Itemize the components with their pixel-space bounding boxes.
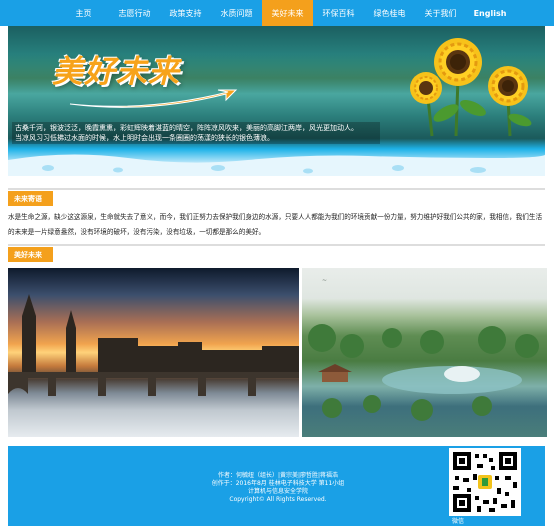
swoosh-decoration: [69, 89, 238, 108]
nav-item-english[interactable]: English: [466, 0, 514, 26]
nav-item-volunteer[interactable]: 志愿行动: [109, 0, 160, 26]
section-label-future: 美好未来: [8, 247, 53, 262]
nav-item-future[interactable]: 美好未来: [262, 0, 313, 26]
banner-caption: 古桑千河，银波泛泛，晚霞熏熏，彩虹辉映着湛蓝的晴空，阵阵凉风吹来，美丽的高脚江两…: [12, 122, 380, 144]
park-lake-photo: ~: [302, 268, 547, 437]
nav-item-green-guet[interactable]: 绿色桂电: [364, 0, 415, 26]
city-bridge-photo: [8, 268, 299, 437]
nav-item-home[interactable]: 主页: [58, 0, 109, 26]
sunflower-icon: [410, 38, 532, 137]
qr-code-icon: [449, 448, 521, 516]
hero-banner: 美好未来 古桑千河，银波泛泛，晚霞熏熏，彩虹辉映着湛蓝的晴空，阵阵凉风吹来，美丽…: [8, 26, 545, 176]
nav-item-about[interactable]: 关于我们: [415, 0, 466, 26]
nav-item-policy[interactable]: 政策支持: [160, 0, 211, 26]
future-message-text: 水是生命之源，缺少这这源泉，生命就失去了意义，而今，我们正努力去保护我们身边的水…: [8, 213, 543, 236]
divider: [8, 244, 545, 246]
divider: [8, 188, 545, 190]
wechat-label: 微信: [452, 518, 465, 525]
nav-item-water-quality[interactable]: 水质问题: [211, 0, 262, 26]
banner-title: 美好未来: [52, 54, 180, 90]
section-label-message: 未来寄语: [8, 191, 53, 206]
footer-credits: 作者：何毓纽（组长）|黄宗美|廖哲胜|蒋福浩 创作于：2016年8月 桂林电子科…: [211, 472, 345, 503]
svg-text:~: ~: [322, 277, 327, 284]
water-splash-decoration: [8, 154, 545, 176]
page: 主页 志愿行动 政策支持 水质问题 美好未来 环保百科 绿色桂电 关于我们 En…: [0, 0, 554, 526]
nav-item-encyclopedia[interactable]: 环保百科: [313, 0, 364, 26]
top-nav: 主页 志愿行动 政策支持 水质问题 美好未来 环保百科 绿色桂电 关于我们 En…: [0, 0, 554, 26]
